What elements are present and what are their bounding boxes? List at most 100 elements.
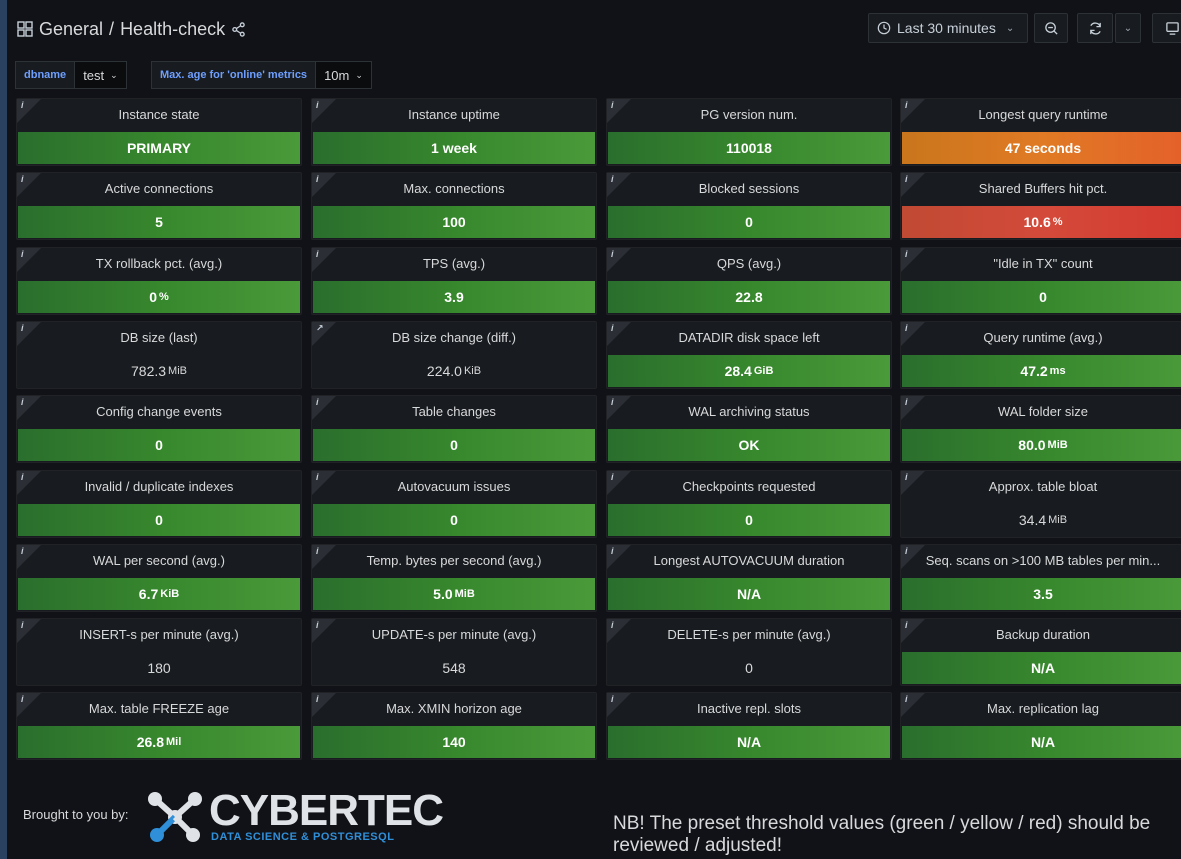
stat-panel-longest-autovacuum-duration[interactable]: i Longest AUTOVACUUM duration N/A [606,544,892,612]
panel-title: UPDATE-s per minute (avg.) [371,627,537,642]
stat-panel-delete-s-per-minute-avg[interactable]: i DELETE-s per minute (avg.) 0 [606,618,892,686]
panel-value-number: 782.3 [131,363,167,379]
panel-value-number: 10.6 [1023,214,1051,230]
zoom-out-button[interactable] [1034,13,1068,43]
panel-title: INSERT-s per minute (avg.) [79,627,239,642]
panel-value: 5.0 MiB [313,578,595,610]
panel-title: Autovacuum issues [397,479,511,494]
cybertec-logo[interactable]: CYBERTEC DATA SCIENCE & POSTGRESQL [145,786,445,847]
stat-panel-shared-buffers-hit-pct[interactable]: i Shared Buffers hit pct. 10.6% [900,172,1181,240]
panel-value: 140 [313,726,595,758]
stat-panel-inactive-repl-slots[interactable]: i Inactive repl. slots N/A [606,692,892,760]
panel-value: 110018 [608,132,890,164]
stat-panel-checkpoints-requested[interactable]: i Checkpoints requested 0 [606,470,892,538]
stat-panel-longest-query-runtime[interactable]: i Longest query runtime 47 seconds [900,98,1181,166]
panel-value-number: 0 [450,512,458,528]
panel-value-number: 0 [745,214,753,230]
stat-panel-approx-table-bloat[interactable]: i Approx. table bloat 34.4 MiB [900,470,1181,538]
stat-panel-insert-s-per-minute-avg[interactable]: i INSERT-s per minute (avg.) 180 [16,618,302,686]
panel-title: QPS (avg.) [716,256,782,271]
stat-panel-wal-per-second-avg[interactable]: i WAL per second (avg.) 6.7 KiB [16,544,302,612]
panel-value-unit: % [159,291,169,303]
dashboard-grid-icon[interactable] [17,21,33,37]
top-navbar: General / Health-check Last 30 minutes ⌄ [7,0,1181,58]
variable-dbname-select[interactable]: test ⌄ [75,61,127,89]
panel-value: 0 [608,652,890,684]
chevron-down-icon: ⌄ [1005,22,1015,34]
stat-panel-wal-folder-size[interactable]: i WAL folder size 80.0 MiB [900,395,1181,463]
stat-panel-active-connections[interactable]: i Active connections 5 [16,172,302,240]
panel-value: 180 [18,652,300,684]
logo-brand-text: CYBERTEC [209,786,444,835]
variable-max-age-select[interactable]: 10m ⌄ [316,61,372,89]
stat-panel-max-connections[interactable]: i Max. connections 100 [311,172,597,240]
stat-panel-query-runtime-avg[interactable]: i Query runtime (avg.) 47.2 ms [900,321,1181,389]
stat-panel-instance-uptime[interactable]: i Instance uptime 1 week [311,98,597,166]
panel-title: Table changes [412,404,496,419]
panel-title: Approx. table bloat [988,479,1098,494]
tv-mode-icon [1165,21,1179,35]
stat-panel-invalid-duplicate-indexes[interactable]: i Invalid / duplicate indexes 0 [16,470,302,538]
panel-title: Temp. bytes per second (avg.) [366,553,542,568]
stat-panel-autovacuum-issues[interactable]: i Autovacuum issues 0 [311,470,597,538]
breadcrumb-separator: / [109,18,115,39]
stat-panel-wal-archiving-status[interactable]: i WAL archiving status OK [606,395,892,463]
stat-panel-table-changes[interactable]: i Table changes 0 [311,395,597,463]
chevron-down-icon: ⌄ [355,69,363,80]
stat-panel-max-replication-lag[interactable]: i Max. replication lag N/A [900,692,1181,760]
time-range-picker[interactable]: Last 30 minutes ⌄ [868,13,1028,43]
stat-panel-datadir-disk-space-left[interactable]: i DATADIR disk space left 28.4 GiB [606,321,892,389]
panel-value: 0 [18,429,300,461]
dashboard: General / Health-check Last 30 minutes ⌄ [7,0,1181,859]
stat-panel-tps-avg[interactable]: i TPS (avg.) 3.9 [311,247,597,315]
stat-panel-instance-state[interactable]: i Instance state PRIMARY [16,98,302,166]
panel-value: 34.4 MiB [902,504,1181,536]
stat-panel-update-s-per-minute-avg[interactable]: i UPDATE-s per minute (avg.) 548 [311,618,597,686]
share-icon[interactable] [231,21,246,37]
panel-value: 1 week [313,132,595,164]
logo-mark-icon [148,792,202,842]
variable-label: dbname [15,61,76,89]
breadcrumb-dashboard-title[interactable]: Health-check [120,19,225,40]
stat-panel-temp-bytes-per-second-avg[interactable]: i Temp. bytes per second (avg.) 5.0 MiB [311,544,597,612]
panel-title: Active connections [104,181,214,196]
stat-panel-blocked-sessions[interactable]: i Blocked sessions 0 [606,172,892,240]
stat-panel-tx-rollback-pct-avg[interactable]: i TX rollback pct. (avg.) 0% [16,247,302,315]
chevron-down-icon: ⌄ [110,69,118,80]
panel-value: 548 [313,652,595,684]
variable-dbname: dbname test ⌄ [15,61,127,89]
panel-title: Longest query runtime [978,107,1108,122]
panel-value-unit: MiB [168,365,187,377]
stat-panel-seq-scans-on-100-mb-tables-per-min[interactable]: i Seq. scans on >100 MB tables per min...… [900,544,1181,612]
panel-title: Config change events [96,404,222,419]
refresh-interval-dropdown[interactable]: ⌄ [1115,13,1141,43]
panel-value-number: 548 [442,660,466,676]
panel-value-number: 100 [442,214,466,230]
panel-title: Max. connections [403,181,505,196]
panel-title: TPS (avg.) [422,256,486,271]
panel-title: Instance uptime [408,107,500,122]
panel-title: "Idle in TX" count [993,256,1093,271]
stat-panel-pg-version-num[interactable]: i PG version num. 110018 [606,98,892,166]
panel-value-number: 47.2 [1020,363,1048,379]
panel-title: Query runtime (avg.) [983,330,1103,345]
stat-panel-max-table-freeze-age[interactable]: i Max. table FREEZE age 26.8 Mil [16,692,302,760]
panel-value-number: 5.0 [433,586,453,602]
stat-panel-backup-duration[interactable]: i Backup duration N/A [900,618,1181,686]
panel-value: 0 [313,504,595,536]
stat-panel-db-size-change-diff[interactable]: ↗ DB size change (diff.) 224.0 KiB [311,321,597,389]
stat-panel-max-xmin-horizon-age[interactable]: i Max. XMIN horizon age 140 [311,692,597,760]
stat-panel-idle-in-tx-count[interactable]: i "Idle in TX" count 0 [900,247,1181,315]
stat-panel-qps-avg[interactable]: i QPS (avg.) 22.8 [606,247,892,315]
panel-title: TX rollback pct. (avg.) [95,256,223,271]
panel-value: 0 [18,504,300,536]
breadcrumb-folder[interactable]: General [39,19,103,40]
variable-value: 10m [324,67,350,83]
stat-panel-db-size-last[interactable]: i DB size (last) 782.3 MiB [16,321,302,389]
refresh-button[interactable] [1077,13,1113,43]
panel-value-unit: MiB [1048,514,1068,526]
stat-panel-config-change-events[interactable]: i Config change events 0 [16,395,302,463]
tv-mode-button[interactable] [1152,13,1181,43]
panel-value-number: 47 seconds [1004,140,1082,156]
panel-title: WAL archiving status [688,404,810,419]
